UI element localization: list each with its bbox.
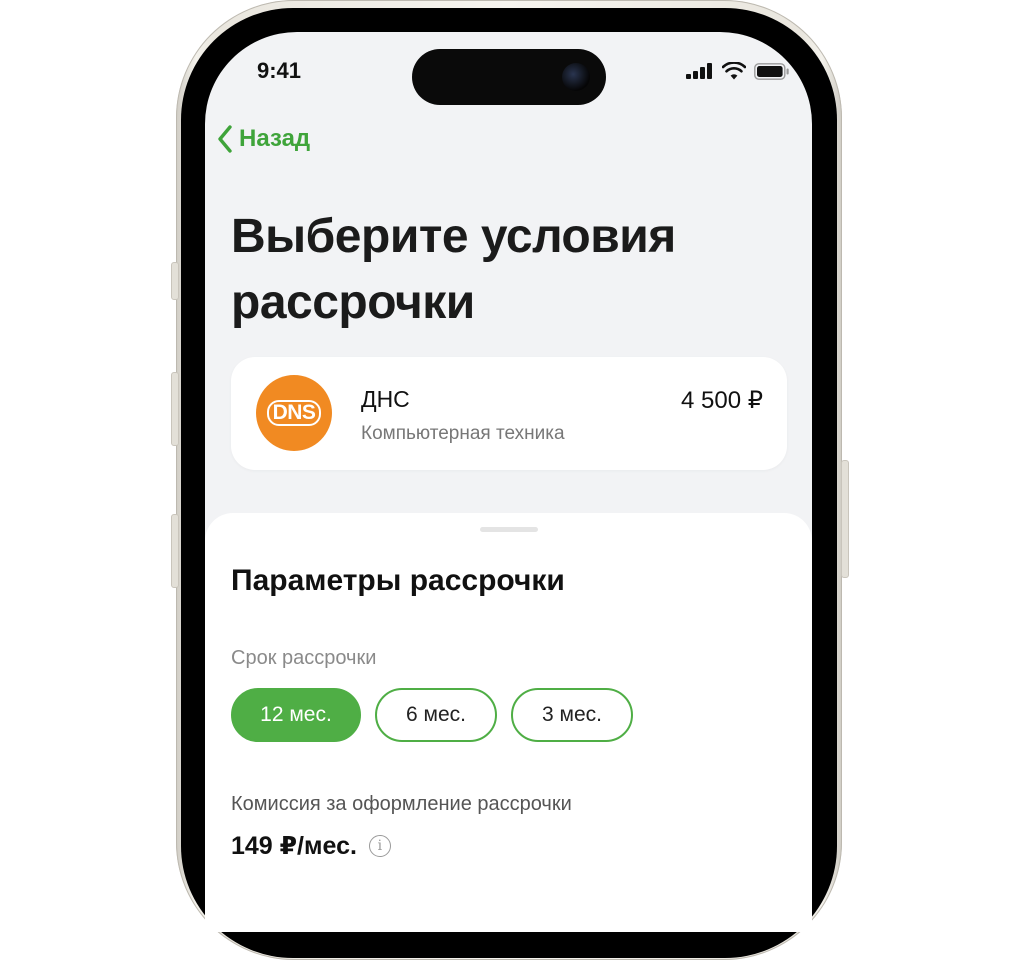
fee-row: 149 ₽/мес. i — [231, 831, 391, 861]
fee-value: 149 ₽/мес. — [231, 832, 357, 860]
phone-side-button — [841, 460, 849, 578]
installment-params-sheet: Параметры рассрочки Срок рассрочки 12 ме… — [205, 513, 812, 932]
sheet-drag-handle[interactable] — [480, 527, 538, 532]
merchant-category: Компьютерная техника — [361, 423, 565, 444]
phone-screen: 9:41 Назад Выберите условия рассрочки DN… — [205, 32, 812, 932]
info-icon[interactable]: i — [368, 835, 391, 857]
fee-label: Комиссия за оформление рассрочки — [231, 793, 572, 815]
chevron-left-icon — [218, 125, 232, 153]
page-title: Выберите условия рассрочки — [231, 210, 676, 329]
term-label: Срок рассрочки — [231, 647, 377, 669]
cellular-signal-icon — [686, 63, 712, 79]
purchase-amount: 4 500 ₽ — [681, 387, 763, 414]
term-option-3-months[interactable]: 3 мес. — [511, 688, 633, 742]
status-time: 9:41 — [257, 58, 302, 83]
back-label: Назад — [239, 125, 311, 152]
wifi-icon — [722, 62, 746, 80]
term-option-6-months[interactable]: 6 мес. — [375, 688, 497, 742]
dynamic-island — [412, 49, 606, 105]
sheet-title: Параметры рассрочки — [231, 564, 565, 597]
back-button[interactable]: Назад — [217, 124, 310, 154]
merchant-name: ДНС — [361, 386, 410, 412]
dns-logo: DNS — [256, 375, 332, 451]
phone-side-button — [171, 262, 179, 300]
merchant-card: DNS ДНС Компьютерная техника 4 500 ₽ — [231, 357, 787, 470]
term-options: 12 мес. 6 мес. 3 мес. — [231, 688, 633, 742]
camera-icon — [562, 63, 590, 91]
term-option-12-months[interactable]: 12 мес. — [231, 688, 361, 742]
phone-side-button — [171, 514, 179, 588]
status-icons — [686, 62, 790, 80]
battery-icon — [754, 62, 789, 80]
dns-logo-text: DNS — [266, 400, 322, 426]
phone-side-button — [171, 372, 179, 446]
